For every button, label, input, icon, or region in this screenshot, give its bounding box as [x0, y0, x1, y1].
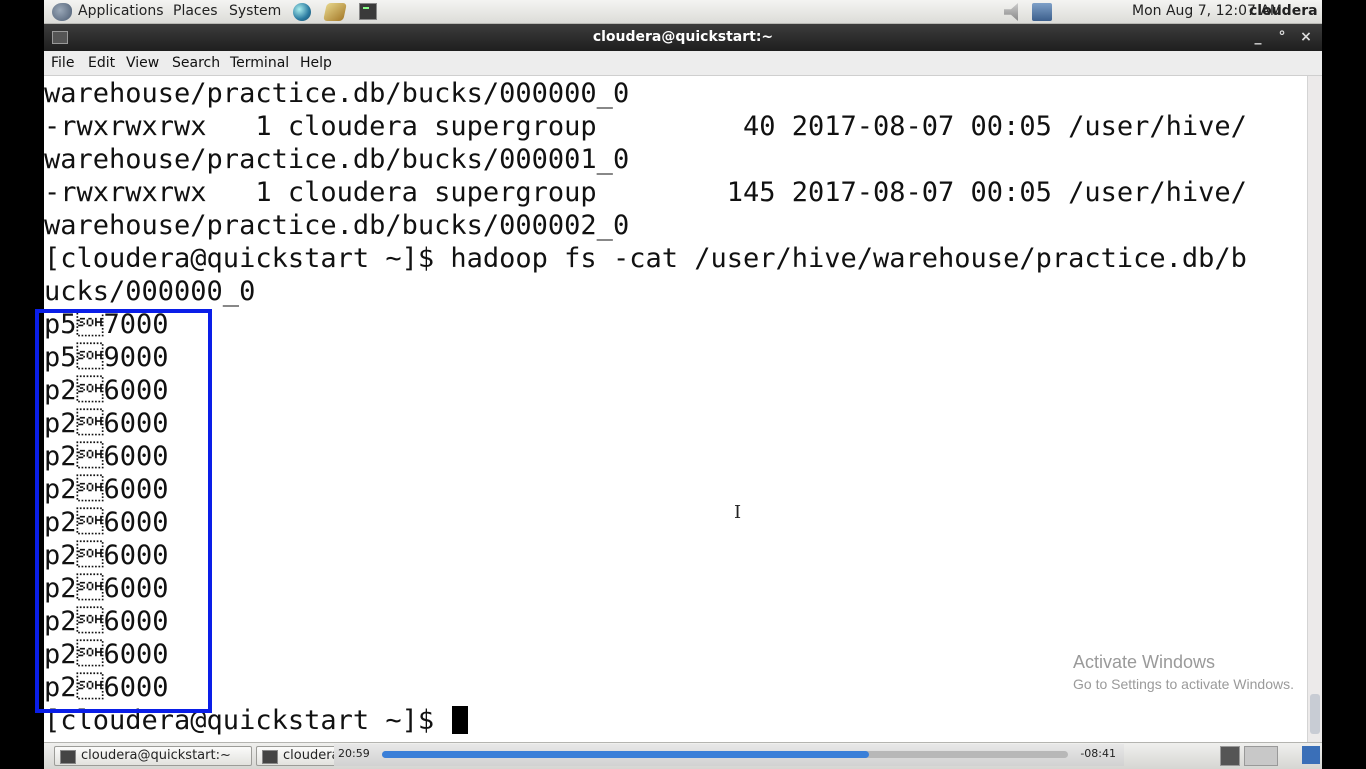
menu-view[interactable]: View [126, 55, 159, 71]
top-panel: Applications Places System Mon Aug 7, 12… [44, 0, 1322, 24]
taskbar-terminal-button[interactable]: cloudera@quickstart:~ [54, 746, 252, 766]
terminal-line: warehouse/practice.db/bucks/000002_0 [44, 210, 630, 241]
terminal-scrollbar[interactable] [1307, 76, 1322, 742]
menu-search[interactable]: Search [172, 55, 220, 71]
terminal-line: ucks/000000_0 [44, 276, 256, 307]
workspace-2-icon[interactable] [1244, 746, 1278, 766]
browser-launcher-icon[interactable] [293, 3, 311, 21]
remaining-time: -08:41 [1080, 747, 1116, 760]
menubar: File Edit View Search Terminal Help [44, 51, 1322, 76]
gnome-foot-icon[interactable] [52, 3, 72, 21]
taskbar-button-label: cloudera@quickstart:~ [81, 748, 231, 763]
scrollbar-thumb[interactable] [1310, 694, 1320, 734]
terminal-launcher-icon[interactable] [359, 3, 377, 20]
terminal-icon [60, 750, 76, 764]
activation-watermark-title: Activate Windows [1073, 652, 1216, 672]
panel-user-name[interactable]: cloudera [1249, 3, 1318, 19]
ibeam-pointer-icon: I [734, 502, 742, 523]
seek-bar-progress [382, 751, 870, 758]
window-titlebar[interactable]: cloudera@quickstart:~ _ ° × [44, 24, 1322, 51]
text-cursor [452, 706, 469, 734]
window-title: cloudera@quickstart:~ [592, 29, 774, 45]
volume-icon[interactable] [1004, 3, 1018, 21]
window-menu-icon[interactable] [52, 31, 68, 44]
terminal-line: warehouse/practice.db/bucks/000000_0 [44, 78, 630, 109]
terminal-output[interactable]: warehouse/practice.db/bucks/000000_0 -rw… [44, 76, 1308, 742]
minimize-button[interactable]: _ [1250, 24, 1266, 51]
trash-icon[interactable] [1302, 746, 1320, 764]
applications-menu[interactable]: Applications [78, 3, 164, 19]
seek-bar[interactable] [382, 751, 1068, 758]
menu-help[interactable]: Help [300, 55, 332, 71]
menu-file[interactable]: File [51, 55, 74, 71]
activation-watermark-subtitle: Go to Settings to activate Windows. [1073, 676, 1294, 692]
terminal-line: warehouse/practice.db/bucks/000001_0 [44, 144, 630, 175]
highlight-annotation-box [35, 309, 212, 713]
bottom-taskbar: cloudera@quickstart:~ cloudera@quickstar… [44, 742, 1322, 769]
terminal-line: -rwxrwxrwx 1 cloudera supergroup 40 2017… [44, 111, 1247, 142]
close-button[interactable]: × [1298, 24, 1314, 51]
terminal-icon [262, 750, 278, 764]
maximize-button[interactable]: ° [1274, 24, 1290, 51]
places-menu[interactable]: Places [173, 3, 218, 19]
network-icon[interactable] [1032, 3, 1052, 21]
window-controls: _ ° × [1250, 24, 1314, 51]
terminal-window: cloudera@quickstart:~ _ ° × File Edit Vi… [44, 24, 1322, 742]
editor-launcher-icon[interactable] [323, 3, 347, 21]
terminal-line: -rwxrwxrwx 1 cloudera supergroup 145 201… [44, 177, 1247, 208]
terminal-line: [cloudera@quickstart ~]$ hadoop fs -cat … [44, 243, 1247, 274]
menu-terminal[interactable]: Terminal [230, 55, 289, 71]
video-player-bar[interactable]: 20:59 -08:41 [334, 744, 1124, 766]
elapsed-time: 20:59 [338, 747, 370, 760]
workspace-switcher-icon[interactable] [1220, 746, 1240, 766]
menu-edit[interactable]: Edit [88, 55, 115, 71]
system-menu[interactable]: System [229, 3, 281, 19]
